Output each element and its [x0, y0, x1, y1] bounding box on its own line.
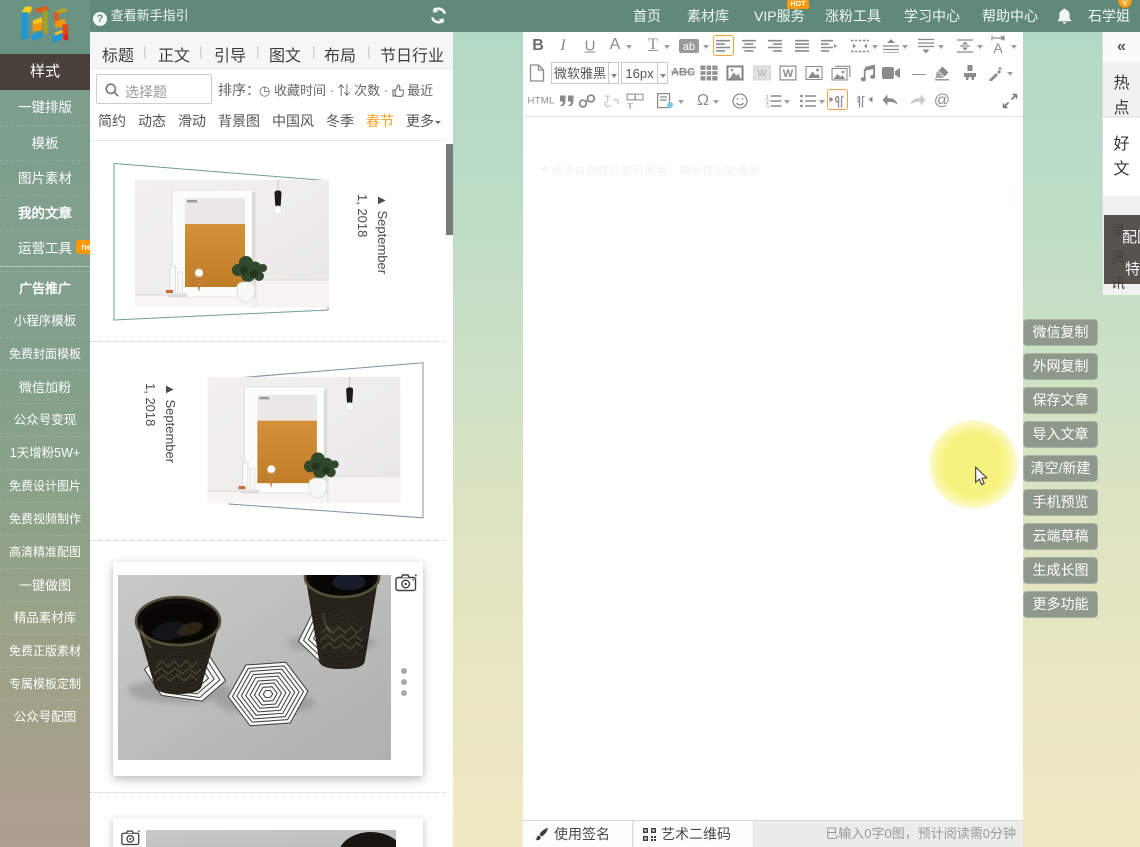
svg-text:T: T [627, 102, 633, 109]
svg-text:3: 3 [766, 105, 769, 109]
svg-text:W: W [783, 68, 794, 80]
svg-text:ab: ab [683, 41, 695, 53]
svg-text:W: W [757, 69, 767, 80]
